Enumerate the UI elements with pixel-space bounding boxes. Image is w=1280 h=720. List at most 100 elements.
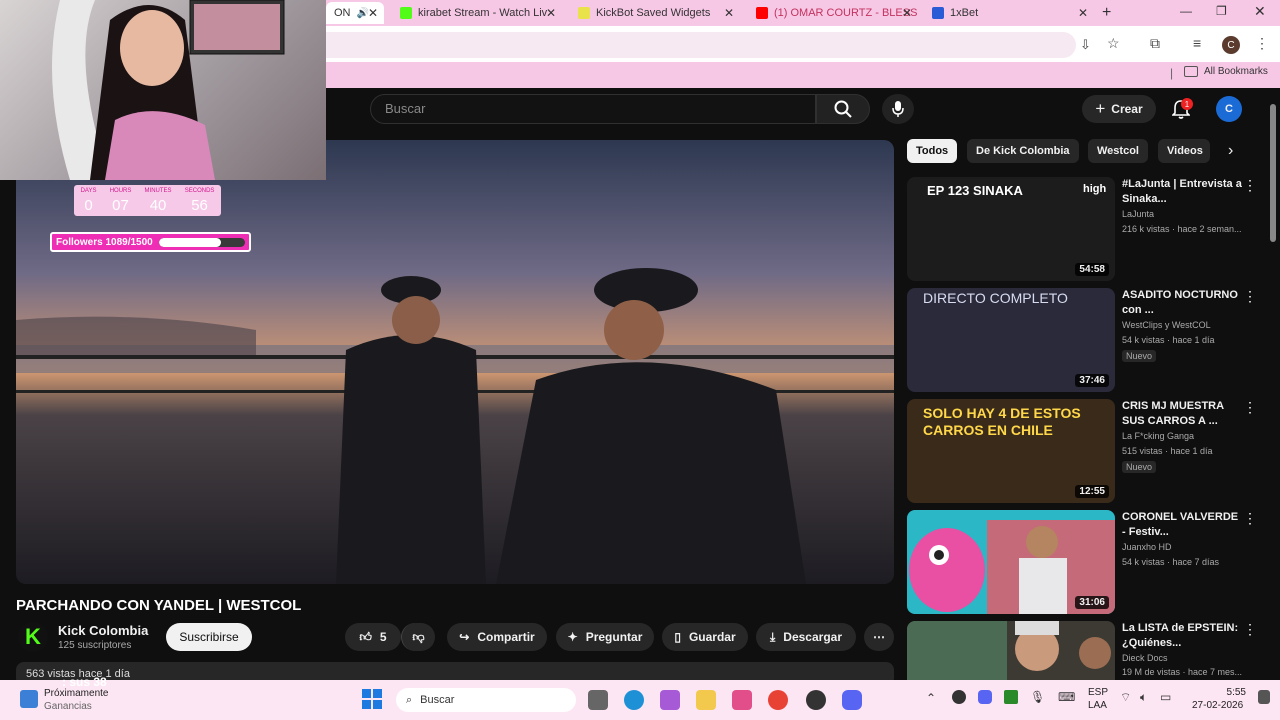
video-thumbnail[interactable]: [907, 621, 1115, 680]
video-thumbnail[interactable]: 31:06: [907, 510, 1115, 614]
thumbnail-text: EP 123 SINAKA: [927, 183, 1023, 198]
subscribe-button[interactable]: Suscribirse: [166, 623, 252, 651]
chip-videos[interactable]: Videos: [1158, 139, 1210, 163]
rec-meta: 515 vistas · hace 1 día: [1122, 446, 1213, 456]
tab-1xbet[interactable]: 1xBet ✕: [924, 2, 1094, 24]
close-icon[interactable]: ✕: [546, 6, 556, 20]
save-button[interactable]: ▯ Guardar: [662, 623, 748, 651]
all-bookmarks-link[interactable]: All Bookmarks: [1204, 66, 1268, 77]
window-close-icon[interactable]: ✕: [1254, 3, 1266, 20]
channel-name[interactable]: Kick Colombia: [58, 623, 148, 638]
rec-title[interactable]: La LISTA de EPSTEIN: ¿Quiénes...: [1122, 621, 1244, 651]
language-code[interactable]: ESP: [1088, 687, 1108, 698]
close-icon[interactable]: ✕: [902, 6, 912, 20]
wifi-icon[interactable]: ⌔: [1120, 690, 1131, 705]
tray-mic-icon[interactable]: 🎙︎: [1030, 690, 1045, 704]
voice-search-button[interactable]: [882, 94, 914, 124]
video-thumbnail[interactable]: DIRECTO COMPLETO 37:46: [907, 288, 1115, 392]
chrome-icon[interactable]: [768, 690, 788, 710]
channel-avatar[interactable]: K: [18, 622, 48, 652]
media-controls-icon[interactable]: ≡: [1193, 35, 1201, 51]
file-explorer-icon[interactable]: [696, 690, 716, 710]
scrollbar-thumb[interactable]: [1270, 104, 1276, 242]
copilot-icon[interactable]: [660, 690, 680, 710]
chip-todos[interactable]: Todos: [907, 139, 958, 163]
kebab-menu-icon[interactable]: ⋮: [1243, 621, 1257, 638]
close-icon[interactable]: ✕: [724, 6, 734, 20]
tray-nvidia-icon[interactable]: [1004, 690, 1018, 704]
clock-time[interactable]: 5:55: [1212, 687, 1246, 698]
mic-icon: [892, 101, 904, 117]
thumbs-up-icon: 👍︎: [359, 629, 372, 644]
close-icon[interactable]: ✕: [368, 6, 378, 20]
recommendation-item[interactable]: DIRECTO COMPLETO 37:46 ASADITO NOCTURNO …: [907, 288, 1262, 392]
tab-active[interactable]: ON 🔊 ✕: [326, 2, 384, 24]
menu-kebab-icon[interactable]: ⋮: [1255, 35, 1269, 52]
battery-icon[interactable]: ▭: [1160, 690, 1171, 704]
rec-channel[interactable]: WestClips y WestCOL: [1122, 320, 1211, 330]
rec-meta: 19 M de vistas · hace 7 mes...: [1122, 667, 1243, 677]
rec-title[interactable]: #LaJunta | Entrevista a Sinaka...: [1122, 177, 1244, 207]
tab-kirabet[interactable]: kirabet Stream - Watch Liv ✕: [392, 2, 562, 24]
ask-button[interactable]: ✦ Preguntar: [556, 623, 654, 651]
discord-icon[interactable]: [842, 690, 862, 710]
chip-westcol[interactable]: Westcol: [1088, 139, 1148, 163]
windows-start-icon[interactable]: [362, 689, 382, 709]
rec-title[interactable]: CORONEL VALVERDE - Festiv...: [1122, 510, 1244, 540]
tray-discord-icon[interactable]: [978, 690, 992, 704]
store-icon[interactable]: [732, 690, 752, 710]
create-button[interactable]: + Crear: [1082, 95, 1156, 123]
tray-keyboard-icon[interactable]: ⌨: [1058, 690, 1075, 704]
countdown-days: DAYS 0: [80, 188, 97, 214]
kebab-menu-icon[interactable]: ⋮: [1243, 510, 1257, 527]
share-button[interactable]: ↪ Compartir: [447, 623, 547, 651]
video-thumbnail[interactable]: SOLO HAY 4 DE ESTOS CARROS EN CHILE 12:5…: [907, 399, 1115, 503]
rec-channel[interactable]: La F*cking Ganga: [1122, 431, 1194, 441]
search-button[interactable]: [816, 94, 870, 124]
obs-icon[interactable]: [806, 690, 826, 710]
profile-avatar[interactable]: C: [1222, 36, 1240, 54]
url-input[interactable]: [300, 32, 1076, 58]
close-icon[interactable]: ✕: [1078, 6, 1088, 20]
minimize-icon[interactable]: —: [1180, 4, 1192, 18]
tab-kickbot[interactable]: KickBot Saved Widgets ✕: [570, 2, 740, 24]
rec-channel[interactable]: Dieck Docs: [1122, 653, 1168, 663]
kebab-menu-icon[interactable]: ⋮: [1243, 288, 1257, 305]
taskbar-search[interactable]: ⌕ Buscar: [396, 688, 576, 712]
rec-title[interactable]: CRIS MJ MUESTRA SUS CARROS A ...: [1122, 399, 1244, 429]
extensions-icon[interactable]: ⧉: [1150, 35, 1160, 52]
tray-app-icon[interactable]: [952, 690, 966, 704]
recommendation-item[interactable]: EP 123 SINAKA high 54:58 #LaJunta | Entr…: [907, 177, 1262, 281]
more-actions-button[interactable]: ⋯: [864, 623, 894, 651]
save-label: Guardar: [688, 630, 736, 644]
new-tab-button[interactable]: +: [1102, 4, 1111, 22]
dislike-button[interactable]: 👎︎: [401, 623, 435, 651]
tray-chevron-up-icon[interactable]: ⌃: [926, 691, 936, 705]
thumbnail-text: DIRECTO COMPLETO: [923, 290, 1068, 306]
like-button[interactable]: 👍︎ 5: [345, 623, 401, 651]
download-button[interactable]: ⤓ Descargar: [756, 623, 856, 651]
recommendation-item[interactable]: La LISTA de EPSTEIN: ¿Quiénes... Dieck D…: [907, 621, 1262, 680]
video-thumbnail[interactable]: EP 123 SINAKA high 54:58: [907, 177, 1115, 281]
kebab-menu-icon[interactable]: ⋮: [1243, 399, 1257, 416]
chip-de-kick-colombia[interactable]: De Kick Colombia: [967, 139, 1079, 163]
maximize-icon[interactable]: ❐: [1216, 4, 1227, 18]
install-app-icon[interactable]: ⇩: [1080, 37, 1091, 53]
rec-title[interactable]: ASADITO NOCTURNO con ...: [1122, 288, 1244, 318]
notification-center-icon[interactable]: [1258, 690, 1270, 704]
rec-channel[interactable]: Juanxho HD: [1122, 542, 1172, 552]
chevron-right-icon[interactable]: ›: [1228, 142, 1233, 160]
bookmark-star-icon[interactable]: ☆: [1107, 35, 1120, 52]
search-input[interactable]: Buscar: [370, 94, 816, 124]
task-view-icon[interactable]: [588, 690, 608, 710]
account-avatar[interactable]: C: [1216, 96, 1242, 122]
tab-youtube[interactable]: (1) OMAR COURTZ - BLESS ✕: [748, 2, 918, 24]
kebab-menu-icon[interactable]: ⋮: [1243, 177, 1257, 194]
volume-icon[interactable]: 🔈︎: [1140, 690, 1147, 705]
recommendation-item[interactable]: SOLO HAY 4 DE ESTOS CARROS EN CHILE 12:5…: [907, 399, 1262, 503]
edge-icon[interactable]: [624, 690, 644, 710]
recommendation-item[interactable]: 31:06 CORONEL VALVERDE - Festiv... Juanx…: [907, 510, 1262, 614]
rec-channel[interactable]: LaJunta: [1122, 209, 1154, 219]
weather-widget-icon[interactable]: [20, 690, 38, 708]
widget-title[interactable]: Próximamente: [44, 688, 108, 699]
